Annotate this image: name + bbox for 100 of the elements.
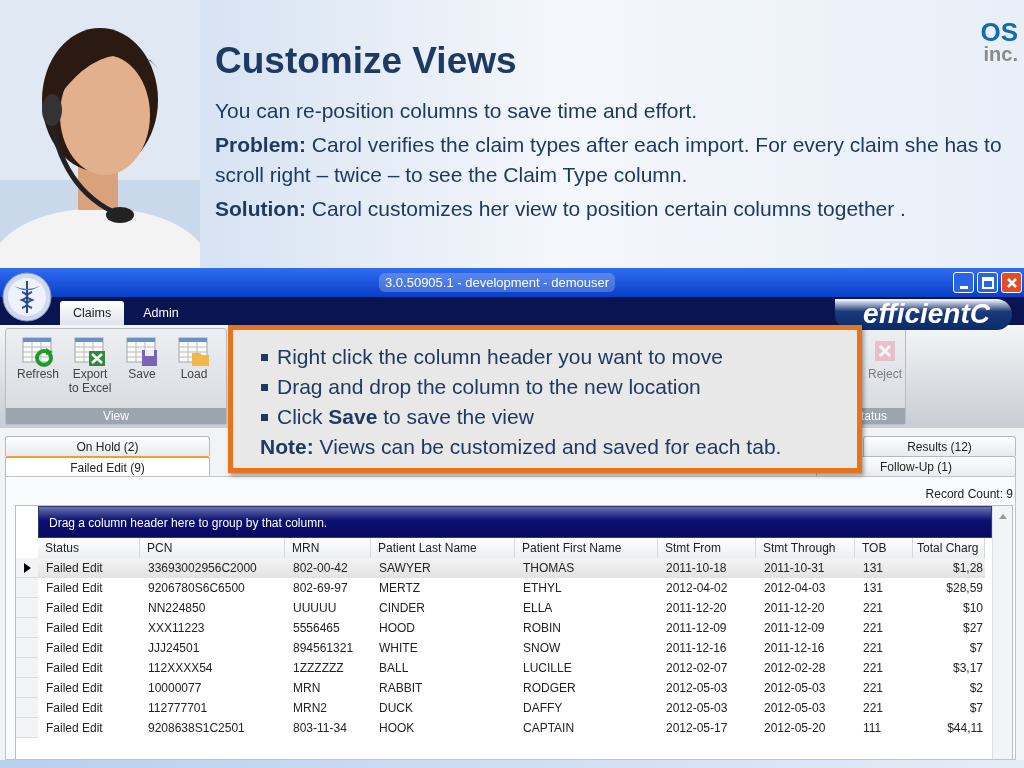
table-cell-text: RABBIT [378, 680, 424, 697]
table-cell-text: Failed Edit [45, 640, 104, 657]
table-cell-text: NN224850 [147, 600, 207, 617]
group-by-bar: Drag a column header here to group by that column. [38, 506, 992, 538]
table-cell-text: $27 [961, 620, 984, 637]
table-cell: THOMAS [515, 558, 658, 578]
note-text: Note: Views can be customized and saved for each tab. [260, 434, 783, 460]
table-cell-text: Failed Edit [45, 680, 104, 697]
scrollbar[interactable] [992, 506, 1012, 759]
intro-text: You can re-position columns to save time and effort. [215, 98, 699, 124]
table-cell-text: CINDER [378, 600, 426, 617]
table-cell-text: ROBIN [522, 620, 562, 637]
table-cell-text: 2012-05-20 [763, 720, 827, 737]
maximize-icon [980, 275, 995, 290]
column-header[interactable]: Patient First Name [515, 538, 658, 558]
solution-text: Solution: Carol customizes her view to position certain columns together . [215, 196, 907, 222]
minimize-button[interactable] [953, 272, 974, 293]
table-cell-text: DUCK [378, 700, 414, 717]
table-cell-text: 2012-05-03 [763, 680, 827, 697]
table-cell-text: SNOW [522, 640, 562, 657]
instruction-text: Click Save to save the view [277, 405, 534, 429]
column-header[interactable]: Stmt From [658, 538, 756, 558]
table-cell-text: UUUUU [292, 600, 338, 617]
table-cell-text: Failed Edit [45, 620, 104, 637]
column-header[interactable]: MRN [285, 538, 371, 558]
table-cell: SAWYER [371, 558, 515, 578]
table-cell-text: WHITE [378, 640, 419, 657]
table-cell-text: 2011-12-09 [665, 620, 728, 637]
table-cell-text: 221 [862, 600, 885, 617]
column-header[interactable]: TOB [855, 538, 913, 558]
row-selector[interactable] [16, 558, 38, 578]
table-cell-text: 2011-12-20 [665, 600, 728, 617]
floppy-disk-icon [126, 335, 158, 367]
folder-icon [178, 335, 210, 367]
column-header[interactable]: Patient Last Name [371, 538, 515, 558]
table-cell-text: 894561321 [292, 640, 355, 657]
table-cell-text: 9208638S1C2501 [147, 720, 246, 737]
toolbar-button[interactable]: Refresh [12, 335, 64, 381]
table-cell: 802-00-42 [285, 558, 371, 578]
column-header[interactable]: PCN [140, 538, 285, 558]
table-cell-text: $2 [968, 680, 984, 697]
company-logo: OS inc. [980, 20, 1018, 64]
table-cell-text: LUCILLE [522, 660, 573, 677]
table-cell-text: MRN [292, 680, 322, 697]
column-header[interactable]: Total Charg [913, 538, 985, 558]
column-header[interactable]: Stmt Through [756, 538, 855, 558]
table-cell-text: 2011-12-16 [665, 640, 728, 657]
view-tab[interactable]: Failed Edit (9) [5, 456, 210, 476]
table-cell-text: Failed Edit [45, 720, 104, 737]
table-cell-text: 221 [862, 700, 885, 717]
view-tab[interactable]: On Hold (2) [5, 436, 210, 456]
toolbar-button[interactable]: Save [116, 335, 168, 381]
table-cell-text: RODGER [522, 680, 577, 697]
close-button[interactable] [1001, 272, 1022, 293]
table-cell-text: $7 [968, 700, 984, 717]
table-cell-text: MRN2 [292, 700, 328, 717]
table-cell-text: JJJ24501 [147, 640, 201, 657]
scroll-up-icon[interactable] [997, 512, 1008, 520]
minimize-icon [959, 285, 968, 289]
table-cell-text: 221 [862, 680, 885, 697]
table-cell-text: DAFFY [522, 700, 564, 717]
view-tab[interactable]: Results (12) [863, 436, 1016, 456]
sheet-refresh-icon [22, 335, 54, 367]
table-cell-text: 2012-05-03 [763, 700, 827, 717]
table-cell-text: ETHYL [522, 580, 563, 597]
table-cell-text: 802-69-97 [292, 580, 349, 597]
table-cell-text: 1ZZZZZZ [292, 660, 345, 677]
table-cell-text: 2012-02-07 [665, 660, 729, 677]
table-cell-text: Failed Edit [45, 700, 104, 717]
table-cell-text: 2012-05-03 [665, 680, 729, 697]
table-cell-text: 2012-05-03 [665, 700, 729, 717]
table-cell-text: CAPTAIN [522, 720, 576, 737]
ribbon-tab[interactable]: Claims [60, 301, 125, 325]
table-cell-text: HOOK [378, 720, 416, 737]
table-cell-text: 2012-05-17 [665, 720, 729, 737]
instruction-text: Right click the column header you want to move [277, 345, 723, 369]
table-cell-text: 111 [862, 720, 883, 737]
table-cell-text: 2012-02-28 [763, 660, 827, 677]
spreadsheet-icon [74, 335, 106, 367]
column-header[interactable]: Status [38, 538, 140, 558]
table-cell-text: ELLA [522, 600, 554, 617]
table-cell-text: $28,59 [945, 580, 984, 597]
table-cell: 2011-10-18 [658, 558, 756, 578]
toolbar-button[interactable]: Load [168, 335, 220, 381]
instruction-text: Drag and drop the column to the new location [277, 375, 701, 399]
close-icon [1004, 275, 1019, 290]
table-cell-text: 803-11-34 [292, 720, 348, 737]
table-cell-text: 131 [862, 580, 885, 597]
problem-text: Problem: Carol verifies the claim types after each import. For every claim she has to scroll right – twice – to see the Claim Type column. [215, 132, 1003, 188]
group-label: View [6, 408, 226, 424]
table-cell-text: $44,11 [946, 720, 984, 737]
window-title: 3.0.50905.1 - development - demouser [379, 273, 615, 292]
table-cell-text: 112777701 [147, 700, 209, 717]
table-cell-text: Failed Edit [45, 580, 104, 597]
ribbon-tab[interactable]: Admin [130, 301, 192, 325]
table-cell: 131 [855, 558, 913, 578]
table-cell: 2011-10-31 [756, 558, 855, 578]
maximize-button[interactable] [977, 272, 998, 293]
table-cell-text: 112XXXX54 [147, 660, 214, 677]
toolbar-button[interactable]: Export to Excel [64, 335, 116, 395]
